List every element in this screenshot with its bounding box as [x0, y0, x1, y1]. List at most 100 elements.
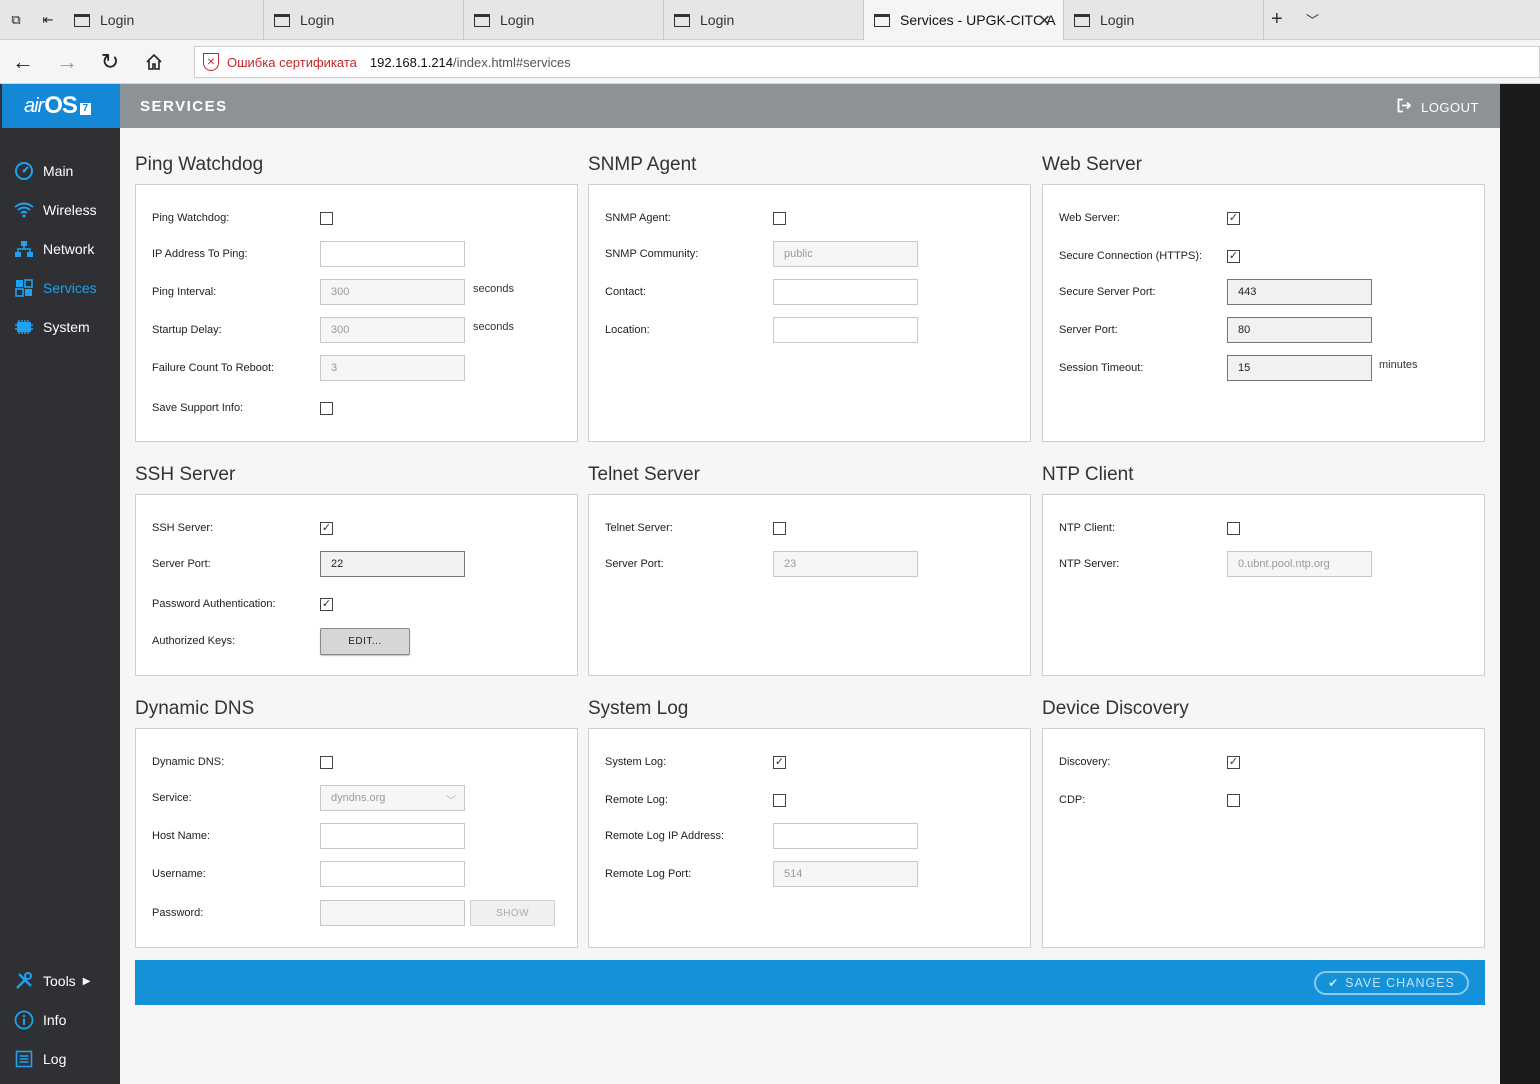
snmp-agent-checkbox[interactable] [773, 211, 786, 225]
services-icon [14, 278, 34, 298]
ssh-server-port-input[interactable]: 22 [320, 551, 465, 577]
unit-label: seconds [473, 321, 514, 333]
set-tabs-aside-icon[interactable]: ⇤ [36, 8, 60, 32]
ping-interval-input[interactable]: 300 [320, 279, 465, 305]
browser-tab[interactable]: Login [64, 0, 264, 40]
system-icon [14, 317, 34, 337]
snmp-community-input[interactable]: public [773, 241, 918, 267]
sidebar-item-tools[interactable]: Tools ▶ [14, 969, 90, 993]
field-label: System Log: [605, 756, 667, 768]
save-bar: ✔ SAVE CHANGES [135, 960, 1485, 1005]
browser-tab[interactable]: Login [1064, 0, 1264, 40]
field-label: SNMP Community: [605, 248, 699, 260]
tab-title: Login [100, 12, 135, 28]
sidebar-item-network[interactable]: Network [14, 237, 94, 261]
section-box: System Log: ✓ Remote Log: Remote Log IP … [588, 728, 1031, 948]
airos-logo: air OS 7 [2, 84, 120, 128]
tab-actions-icon[interactable]: ⧉ [4, 8, 28, 32]
username-input[interactable] [320, 861, 465, 887]
dashboard-icon [14, 161, 34, 181]
system-log-checkbox[interactable]: ✓ [773, 755, 786, 769]
remote-log-port-input[interactable]: 514 [773, 861, 918, 887]
server-port-input[interactable]: 80 [1227, 317, 1372, 343]
forward-arrow-icon[interactable]: → [52, 48, 82, 76]
save-changes-button[interactable]: ✔ SAVE CHANGES [1314, 971, 1469, 995]
save-support-info-checkbox[interactable] [320, 401, 333, 415]
home-icon[interactable] [139, 48, 169, 76]
field-label: Remote Log IP Address: [605, 830, 725, 842]
web-server-checkbox[interactable]: ✓ [1227, 211, 1240, 225]
secure-connection-checkbox[interactable]: ✓ [1227, 249, 1240, 263]
ddns-service-select[interactable]: dyndns.org ﹀ [320, 785, 465, 811]
unit-label: seconds [473, 283, 514, 295]
session-timeout-input[interactable]: 15 [1227, 355, 1372, 381]
browser-tab[interactable]: Login [464, 0, 664, 40]
ip-address-to-ping-input[interactable] [320, 241, 465, 267]
remote-log-ip-input[interactable] [773, 823, 918, 849]
page-icon [874, 13, 890, 27]
discovery-checkbox[interactable]: ✓ [1227, 755, 1240, 769]
checkmark-icon: ✔ [1328, 976, 1340, 990]
section-box: Discovery: ✓ CDP: [1042, 728, 1485, 948]
ntp-client-checkbox[interactable] [1227, 521, 1240, 535]
shield-warning-icon[interactable]: ✕ [203, 53, 219, 71]
sidebar-item-info[interactable]: Info [14, 1008, 66, 1032]
section-box: Dynamic DNS: Service: dyndns.org ﹀ Host … [135, 728, 578, 948]
failure-count-input[interactable]: 3 [320, 355, 465, 381]
section-box: Web Server: ✓ Secure Connection (HTTPS):… [1042, 184, 1485, 442]
field-label: Server Port: [152, 558, 211, 570]
url-host: 192.168.1.214 [369, 54, 454, 70]
logo-version: 7 [79, 103, 91, 115]
ping-watchdog-checkbox[interactable] [320, 211, 333, 225]
field-label: Remote Log: [605, 794, 668, 806]
location-input[interactable] [773, 317, 918, 343]
logout-button[interactable]: LOGOUT [1397, 98, 1479, 117]
dynamic-dns-checkbox[interactable] [320, 755, 333, 769]
address-bar[interactable]: ✕ Ошибка сертификата 192.168.1.214 /inde… [194, 46, 1540, 78]
section-title: SNMP Agent [588, 154, 697, 175]
telnet-server-port-input[interactable]: 23 [773, 551, 918, 577]
new-tab-icon[interactable]: + [1271, 8, 1283, 31]
sidebar-item-log[interactable]: Log [14, 1047, 66, 1071]
sidebar-item-wireless[interactable]: Wireless [14, 198, 97, 222]
field-label: Password: [152, 907, 204, 919]
remote-log-checkbox[interactable] [773, 793, 786, 807]
sidebar: air OS 7 Main Wireless Network Services Sy… [0, 84, 120, 1084]
certificate-error-text[interactable]: Ошибка сертификата [227, 55, 357, 70]
chevron-down-icon[interactable]: ﹀ [1306, 10, 1319, 29]
field-label: Server Port: [605, 558, 664, 570]
host-name-input[interactable] [320, 823, 465, 849]
section-title: Telnet Server [588, 464, 700, 485]
show-password-button[interactable]: SHOW [470, 900, 555, 926]
close-tab-icon[interactable]: ✕ [1038, 11, 1051, 31]
browser-tab[interactable]: Login [264, 0, 464, 40]
sidebar-item-services[interactable]: Services [14, 276, 97, 300]
browser-tab-active[interactable]: Services - UPGK-CITC A ✕ [864, 0, 1064, 40]
browser-tab[interactable]: Login [664, 0, 864, 40]
password-authentication-checkbox[interactable]: ✓ [320, 597, 333, 611]
password-input[interactable] [320, 900, 465, 926]
secure-server-port-input[interactable]: 443 [1227, 279, 1372, 305]
main-content: Ping Watchdog Ping Watchdog: IP Address … [120, 128, 1500, 1084]
sidebar-item-label: Info [43, 1012, 67, 1028]
field-label: Authorized Keys: [152, 635, 236, 647]
section-title: System Log [588, 698, 689, 719]
telnet-server-checkbox[interactable] [773, 521, 786, 535]
field-label: Password Authentication: [152, 598, 276, 610]
refresh-icon[interactable]: ↻ [95, 48, 125, 76]
ssh-server-checkbox[interactable]: ✓ [320, 521, 333, 535]
cdp-checkbox[interactable] [1227, 793, 1240, 807]
field-label: Contact: [605, 286, 646, 298]
tab-title: Login [500, 12, 535, 28]
startup-delay-input[interactable]: 300 [320, 317, 465, 343]
sidebar-item-label: Main [43, 163, 74, 179]
field-label: Username: [152, 868, 206, 880]
edit-authorized-keys-button[interactable]: EDIT... [320, 627, 410, 655]
sidebar-item-main[interactable]: Main [14, 159, 73, 183]
contact-input[interactable] [773, 279, 918, 305]
section-box: Ping Watchdog: IP Address To Ping: Ping … [135, 184, 578, 442]
section-box: NTP Client: NTP Server: 0.ubnt.pool.ntp.… [1042, 494, 1485, 676]
ntp-server-input[interactable]: 0.ubnt.pool.ntp.org [1227, 551, 1372, 577]
sidebar-item-system[interactable]: System [14, 315, 90, 339]
back-arrow-icon[interactable]: ← [8, 48, 38, 76]
